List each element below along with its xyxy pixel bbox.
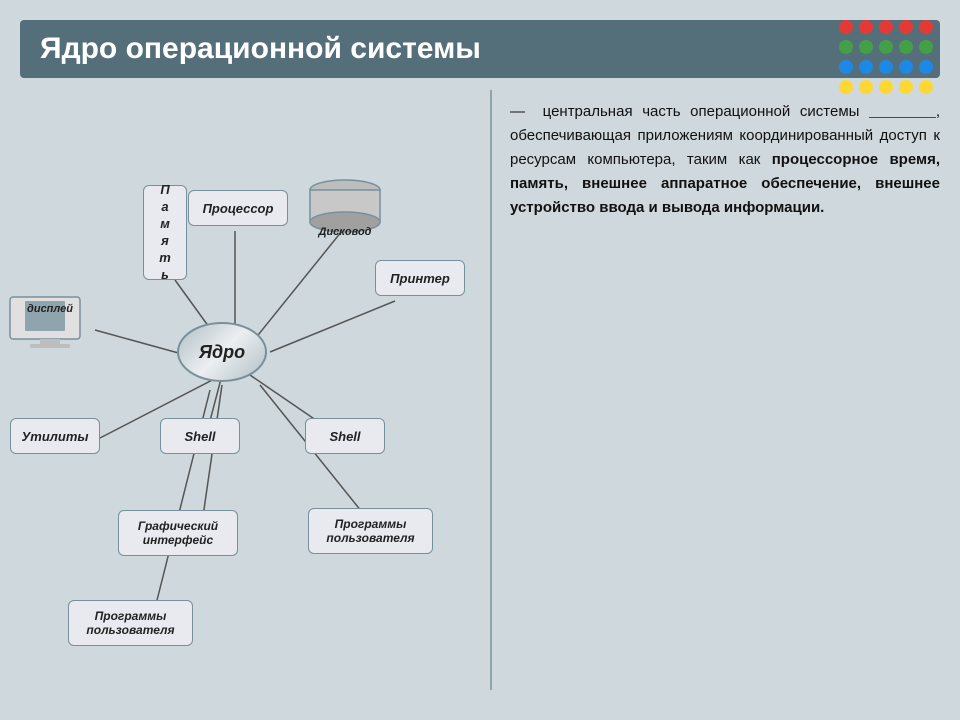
shell1-node: Shell bbox=[160, 418, 240, 454]
dot-13 bbox=[899, 60, 913, 74]
dot-grid bbox=[839, 20, 935, 96]
dot-12 bbox=[879, 60, 893, 74]
userprogs2-label: Программы пользователя bbox=[86, 609, 174, 637]
printer-label: Принтер bbox=[390, 271, 450, 286]
slide: Ядро операционной системы bbox=[0, 0, 960, 720]
gui-label: Графический интерфейс bbox=[138, 519, 218, 547]
dot-0 bbox=[839, 20, 853, 34]
userprogs2-node: Программы пользователя bbox=[68, 600, 193, 646]
dot-4 bbox=[919, 20, 933, 34]
yadro-label: Ядро bbox=[199, 342, 245, 363]
shell1-label: Shell bbox=[184, 429, 215, 444]
userprogs1-node: Программы пользователя bbox=[308, 508, 433, 554]
dot-15 bbox=[839, 80, 853, 94]
dot-3 bbox=[899, 20, 913, 34]
dot-18 bbox=[899, 80, 913, 94]
dot-10 bbox=[839, 60, 853, 74]
diskdrive-label: Дисковод bbox=[305, 226, 385, 238]
gui-node: Графический интерфейс bbox=[118, 510, 238, 556]
memory-node: Память bbox=[143, 185, 187, 280]
dot-9 bbox=[919, 40, 933, 54]
dot-1 bbox=[859, 20, 873, 34]
memory-label: Память bbox=[158, 182, 173, 284]
utilities-node: Утилиты bbox=[10, 418, 100, 454]
display-node: дисплей bbox=[5, 295, 95, 350]
display-label: дисплей bbox=[5, 303, 95, 315]
userprogs1-label: Программы пользователя bbox=[326, 517, 414, 545]
dot-19 bbox=[919, 80, 933, 94]
dot-2 bbox=[879, 20, 893, 34]
page-title: Ядро операционной системы bbox=[40, 32, 920, 66]
dot-16 bbox=[859, 80, 873, 94]
dot-8 bbox=[899, 40, 913, 54]
description-paragraph: — центральная часть операционной системы… bbox=[510, 100, 940, 220]
shell2-node: Shell bbox=[305, 418, 385, 454]
bold-processor-time: процессорное время, память, внешнее аппа… bbox=[510, 151, 940, 216]
processor-node: Процессор bbox=[188, 190, 288, 226]
dot-6 bbox=[859, 40, 873, 54]
dot-14 bbox=[919, 60, 933, 74]
title-bar: Ядро операционной системы bbox=[20, 20, 940, 78]
utilities-label: Утилиты bbox=[22, 429, 89, 444]
printer-node: Принтер bbox=[375, 260, 465, 296]
dot-5 bbox=[839, 40, 853, 54]
yadro-center: Ядро bbox=[177, 322, 267, 382]
diagram-area: дисплей Память Процессор Дисковод Принте… bbox=[0, 90, 490, 710]
divider bbox=[490, 90, 492, 690]
dot-17 bbox=[879, 80, 893, 94]
shell2-label: Shell bbox=[329, 429, 360, 444]
text-area: — центральная часть операционной системы… bbox=[510, 100, 940, 690]
description-text: центральная часть операционной системы _… bbox=[510, 103, 940, 216]
dot-7 bbox=[879, 40, 893, 54]
highlight-blank: ________ bbox=[869, 103, 936, 120]
processor-label: Процессор bbox=[203, 201, 274, 216]
dot-11 bbox=[859, 60, 873, 74]
dash-symbol: — bbox=[510, 103, 525, 120]
diskdrive-node: Дисковод bbox=[305, 178, 385, 238]
